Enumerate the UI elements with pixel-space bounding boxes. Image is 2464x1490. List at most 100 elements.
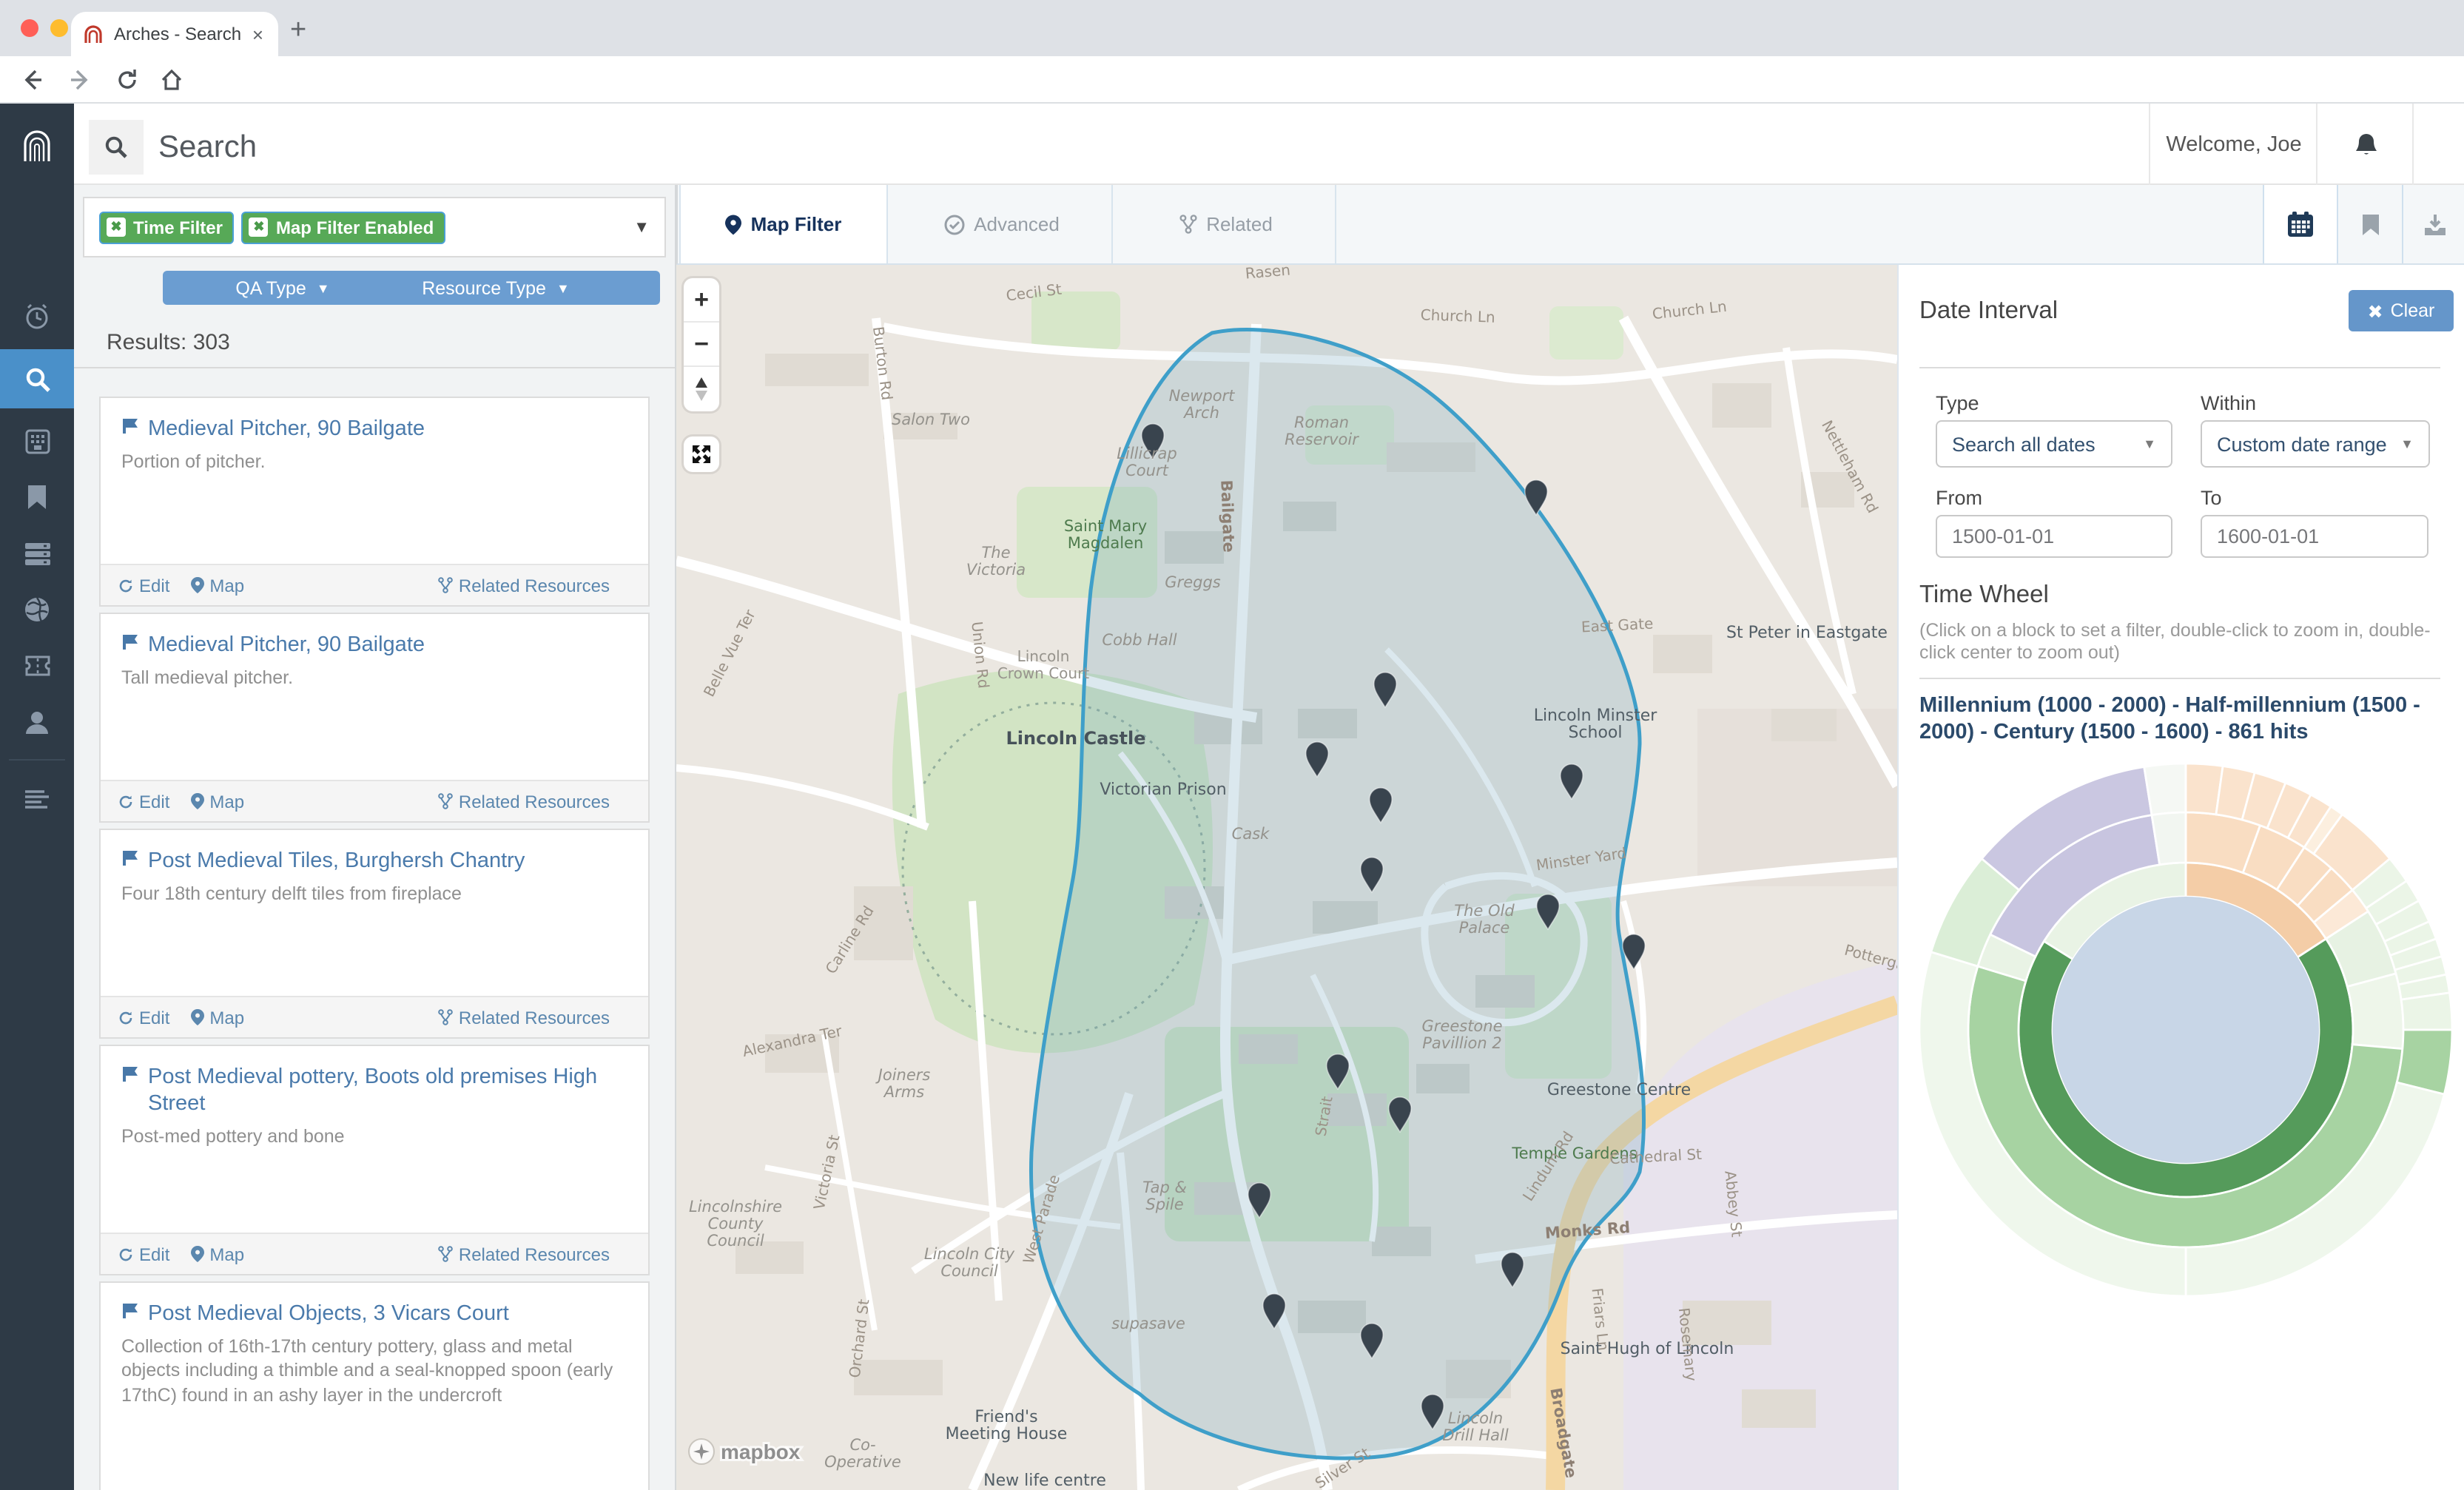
time-filter-chip[interactable]: ✖Time Filter [99,211,235,243]
map-label: GreestonePavillion 2 [1422,1017,1503,1052]
compass-control[interactable] [684,367,719,411]
reload-icon[interactable] [115,68,139,92]
sidebar-item-resource-models[interactable] [0,411,74,471]
map-label: LillicrapCourt [1117,445,1177,479]
forward-icon[interactable] [68,68,92,92]
screen: Arches - Search × + ⓘ localhost:8081/sea… [0,0,2464,1490]
type-label: Type [1936,392,1979,414]
edit-link[interactable]: Edit [118,791,169,812]
edit-link[interactable]: Edit [118,575,169,596]
map-link[interactable]: Map [190,791,244,812]
header-search-icon[interactable] [89,120,144,175]
minimize-window-button[interactable] [50,19,68,37]
welcome-user[interactable]: Welcome, Joe [2149,104,2317,185]
clear-date-filter-button[interactable]: ✖Clear [2349,290,2454,331]
tab-saved-searches[interactable] [2337,185,2402,263]
time-wheel-center[interactable] [2053,897,2319,1163]
home-icon[interactable] [160,68,184,92]
sidebar-item-bookmarks[interactable] [0,468,74,527]
back-icon[interactable] [21,68,44,92]
result-card[interactable]: Post Medieval pottery, Boots old premise… [99,1045,650,1275]
sidebar-divider [9,759,65,761]
sidebar-item-search[interactable] [0,349,74,408]
result-title-link[interactable]: Post Medieval pottery, Boots old premise… [121,1064,627,1118]
active-filters-bar[interactable]: ✖Time Filter ✖Map Filter Enabled ▼ [83,197,666,257]
result-title-link[interactable]: Post Medieval Objects, 3 Vicars Court [121,1301,627,1327]
zoom-out-button[interactable]: − [684,323,719,367]
global-search-input[interactable] [155,121,2056,175]
map-tools-strip: Map Filter Advanced Related [676,185,2464,265]
from-date-input[interactable]: 1500-01-01 [1936,515,2172,558]
related-resources-link[interactable]: Related Resources [438,1007,610,1028]
to-date-input[interactable]: 1600-01-01 [2201,515,2428,558]
result-card[interactable]: Medieval Pitcher, 90 Bailgate Tall medie… [99,613,650,823]
result-card[interactable]: Post Medieval Objects, 3 Vicars Court Co… [99,1281,650,1490]
related-resources-link[interactable]: Related Resources [438,575,610,596]
sidebar-item-recent[interactable] [0,287,74,346]
resource-type-button[interactable]: Resource Type▼ [331,271,660,305]
time-wheel-segment[interactable] [2347,974,2403,1049]
date-type-select[interactable]: Search all dates▼ [1936,420,2172,468]
map-canvas[interactable]: RasenCecil StChurch LnChurch LnNettleham… [676,265,1897,1490]
close-tab-icon[interactable]: × [249,23,266,45]
time-wheel-breadcrumb: Millennium (1000 - 2000) - Half-millenni… [1919,692,2423,746]
results-count-header: Results: 303 [74,321,676,368]
result-card[interactable]: Medieval Pitcher, 90 Bailgate Portion of… [99,397,650,607]
map-label: The OldPalace [1454,902,1515,937]
from-label: From [1936,487,1982,509]
sidebar-item-globe[interactable] [0,580,74,639]
time-wheel-chart[interactable] [1905,749,2464,1311]
help-cell[interactable]: ? [2412,104,2464,185]
arches-logo[interactable] [0,115,74,175]
result-title-link[interactable]: Medieval Pitcher, 90 Bailgate [121,632,627,658]
map-filter-chip[interactable]: ✖Map Filter Enabled [242,211,445,243]
remove-filter-icon[interactable]: ✖ [107,218,126,237]
to-label: To [2201,487,2222,509]
result-card[interactable]: Post Medieval Tiles, Burghersh Chantry F… [99,829,650,1039]
sidebar-item-menu[interactable] [0,769,74,829]
branch-icon [1179,215,1197,234]
tab-map-filter[interactable]: Map Filter [679,185,888,263]
calendar-icon [2286,210,2315,238]
resource-icon [121,633,139,651]
sidebar-item-cards[interactable] [0,636,74,695]
tab-export[interactable] [2402,185,2464,263]
fullscreen-map-button[interactable] [684,436,719,472]
within-label: Within [2201,392,2256,414]
result-title-link[interactable]: Post Medieval Tiles, Burghersh Chantry [121,848,627,874]
resource-icon [121,417,139,435]
browser-tab[interactable]: Arches - Search × [71,12,278,56]
map-link[interactable]: Map [190,1007,244,1028]
edit-link[interactable]: Edit [118,1244,169,1264]
new-tab-button[interactable]: + [290,15,306,47]
tab-time-filter-panel[interactable] [2263,185,2337,263]
browser-titlebar: Arches - Search × + [0,0,2464,56]
sidebar-item-data-manager[interactable] [0,524,74,583]
time-wheel-segment[interactable] [2401,993,2452,1030]
sidebar-item-profile[interactable] [0,692,74,752]
time-wheel-segment[interactable] [2144,763,2186,815]
mapbox-logo[interactable]: mapbox [688,1438,800,1465]
within-select[interactable]: Custom date range▼ [2201,420,2430,468]
related-resources-link[interactable]: Related Resources [438,1244,610,1264]
notifications-cell[interactable] [2316,104,2414,185]
tab-advanced[interactable]: Advanced [892,185,1113,263]
remove-filter-icon[interactable]: ✖ [249,218,269,237]
map-link[interactable]: Map [190,575,244,596]
tab-related[interactable]: Related [1117,185,1336,263]
search-results-pane: ✖Time Filter ✖Map Filter Enabled ▼ QA Ty… [74,185,676,1490]
map-label: Salon Two [892,411,970,428]
close-window-button[interactable] [21,19,38,37]
result-title-link[interactable]: Medieval Pitcher, 90 Bailgate [121,416,627,442]
check-circle-icon [944,214,965,235]
map-label: Cask [1232,825,1270,843]
zoom-in-button[interactable]: + [684,278,719,323]
edit-link[interactable]: Edit [118,1007,169,1028]
time-wheel-instructions: (Click on a block to set a filter, doubl… [1919,620,2440,665]
map-link[interactable]: Map [190,1244,244,1264]
related-resources-link[interactable]: Related Resources [438,791,610,812]
filters-dropdown-caret[interactable]: ▼ [633,218,650,236]
app-sidebar [0,104,74,1490]
map-label: Saint MaryMagdalen [1064,517,1147,552]
map-label: Lincoln Castle [1006,728,1145,749]
